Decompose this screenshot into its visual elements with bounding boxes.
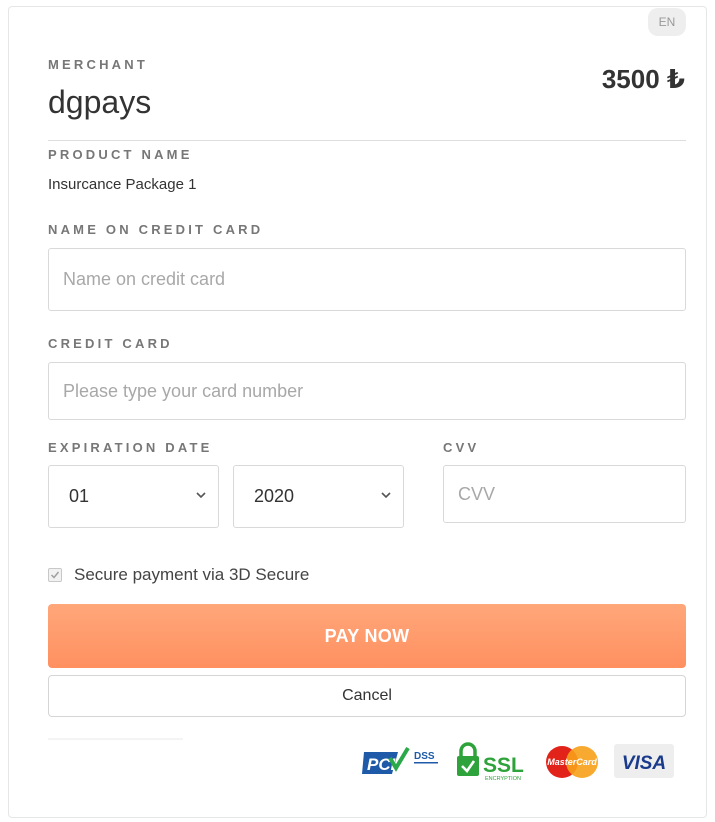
divider: [48, 738, 183, 740]
visa-logo: VISA: [614, 744, 674, 778]
divider: [48, 140, 686, 141]
ssl-text: SSL: [483, 754, 524, 777]
dss-text: DSS: [414, 751, 435, 762]
visa-text: VISA: [622, 753, 666, 774]
ssl-sub-text: ENCRYPTION: [485, 776, 521, 782]
amount: 3500 ₺: [601, 64, 685, 94]
credit-card-label: CREDIT CARD: [48, 336, 173, 351]
merchant-name: dgpays: [48, 84, 152, 120]
chevron-down-icon: [381, 492, 391, 499]
language-button[interactable]: EN: [648, 8, 686, 36]
secure-payment-label: Secure payment via 3D Secure: [74, 565, 310, 584]
card-number-input[interactable]: [48, 362, 686, 420]
name-on-card-label: NAME ON CREDIT CARD: [48, 222, 264, 237]
secure-payment-checkbox[interactable]: [48, 568, 62, 582]
pci-dss-logo: PCI DSS: [362, 746, 438, 774]
check-icon: [50, 571, 60, 579]
chevron-down-icon: [196, 492, 206, 499]
expiration-year-value: 2020: [254, 486, 295, 506]
merchant-label: MERCHANT: [48, 57, 148, 72]
mastercard-logo: MasterCard: [546, 746, 598, 778]
cvv-label: CVV: [443, 440, 480, 455]
product-name-label: PRODUCT NAME: [48, 147, 193, 162]
expiration-date-label: EXPIRATION DATE: [48, 440, 213, 455]
ssl-logo: SSL ENCRYPTION: [457, 742, 524, 782]
cancel-button[interactable]: Cancel: [48, 675, 686, 717]
mastercard-text: MasterCard: [547, 757, 597, 767]
lock-icon: [457, 742, 479, 776]
expiration-month-value: 01: [69, 486, 90, 506]
cvv-input[interactable]: [443, 465, 686, 523]
pay-now-button[interactable]: PAY NOW: [48, 604, 686, 668]
name-on-card-input[interactable]: [48, 248, 686, 311]
product-name-value: Insurcance Package 1: [48, 176, 197, 193]
expiration-month-select[interactable]: 01: [48, 465, 219, 528]
expiration-year-select[interactable]: 2020: [233, 465, 404, 528]
